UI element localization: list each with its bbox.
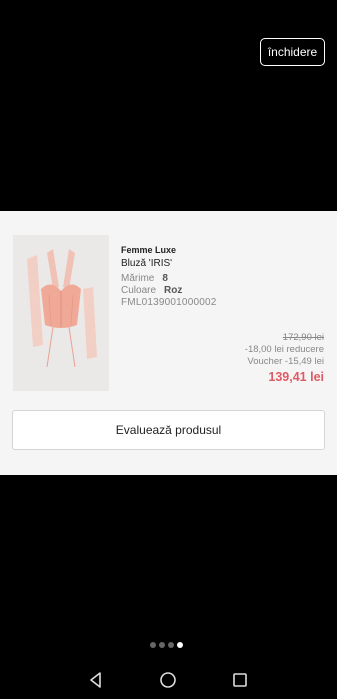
system-navigation-bar <box>0 664 337 699</box>
original-price: 172,90 lei <box>282 332 324 343</box>
page-indicator <box>150 642 183 648</box>
close-button[interactable]: închidere <box>260 38 325 66</box>
home-icon[interactable] <box>158 670 178 690</box>
product-brand: Femme Luxe <box>121 245 177 255</box>
page-dot-active[interactable] <box>177 642 183 648</box>
color-row: Culoare Roz <box>121 285 182 296</box>
color-label: Culoare <box>121 285 157 296</box>
color-value: Roz <box>164 285 183 296</box>
product-photo-icon <box>13 235 109 391</box>
order-item-card: Femme Luxe Bluză 'IRIS' Mărime 8 Culoare R… <box>0 211 337 475</box>
recents-icon[interactable] <box>230 670 250 690</box>
product-image[interactable] <box>13 235 109 391</box>
back-icon[interactable] <box>86 670 106 690</box>
size-row: Mărime 8 <box>121 273 168 284</box>
page-dot[interactable] <box>168 642 174 648</box>
page-dot[interactable] <box>150 642 156 648</box>
voucher-line: Voucher -15,49 lei <box>247 356 324 367</box>
discount-line: -18,00 lei reducere <box>244 344 324 355</box>
product-name: Bluză 'IRIS' <box>121 258 173 269</box>
product-sku: FML0139001000002 <box>121 297 217 308</box>
size-label: Mărime <box>121 273 155 284</box>
final-price: 139,41 lei <box>268 370 324 384</box>
price-block: 172,90 lei -18,00 lei reducere Voucher -… <box>245 332 324 385</box>
rate-product-button[interactable]: Evaluează produsul <box>12 410 325 450</box>
page-dot[interactable] <box>159 642 165 648</box>
size-value: 8 <box>162 273 168 284</box>
